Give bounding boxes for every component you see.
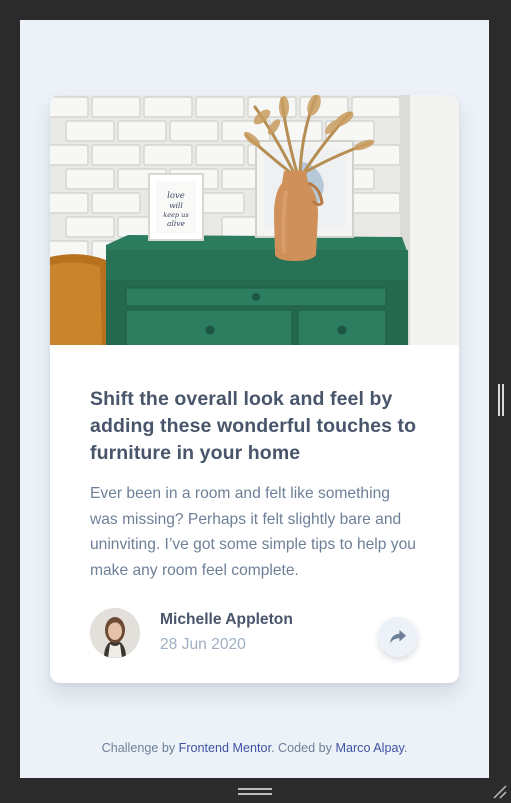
post-date: 28 Jun 2020 — [160, 636, 246, 653]
frame-text-3: keep us — [163, 211, 189, 219]
resize-grip-icon[interactable] — [491, 783, 507, 799]
frontend-mentor-link[interactable]: Frontend Mentor — [179, 741, 271, 755]
frame-text-2: will — [169, 201, 183, 210]
avatar — [90, 608, 140, 658]
author-link[interactable]: Marco Alpay — [335, 741, 403, 755]
article-preview-card: love will keep us alive Shift the overal… — [50, 95, 459, 683]
attribution-prefix: Challenge by — [101, 741, 179, 755]
frame-text-4: alive — [167, 219, 186, 228]
attribution: Challenge by Frontend Mentor. Coded by M… — [20, 741, 489, 755]
drawers-image: love will keep us alive — [50, 95, 459, 345]
share-icon — [390, 630, 406, 644]
author-section: Michelle Appleton 28 Jun 2020 — [90, 608, 420, 658]
attribution-suffix: . — [403, 741, 408, 755]
attribution-middle: . Coded by — [271, 741, 336, 755]
bottom-resize-handle[interactable] — [238, 788, 272, 796]
share-button[interactable] — [378, 617, 418, 657]
page-viewport: love will keep us alive Shift the overal… — [20, 20, 489, 778]
frame-text-1: love — [167, 191, 185, 201]
author-name: Michelle Appleton — [160, 611, 293, 628]
article-title[interactable]: Shift the overall look and feel by addin… — [90, 386, 420, 467]
article-description: Ever been in a room and felt like someth… — [90, 485, 416, 579]
article-content: Shift the overall look and feel by addin… — [90, 386, 420, 583]
side-resize-handle[interactable] — [498, 384, 504, 416]
